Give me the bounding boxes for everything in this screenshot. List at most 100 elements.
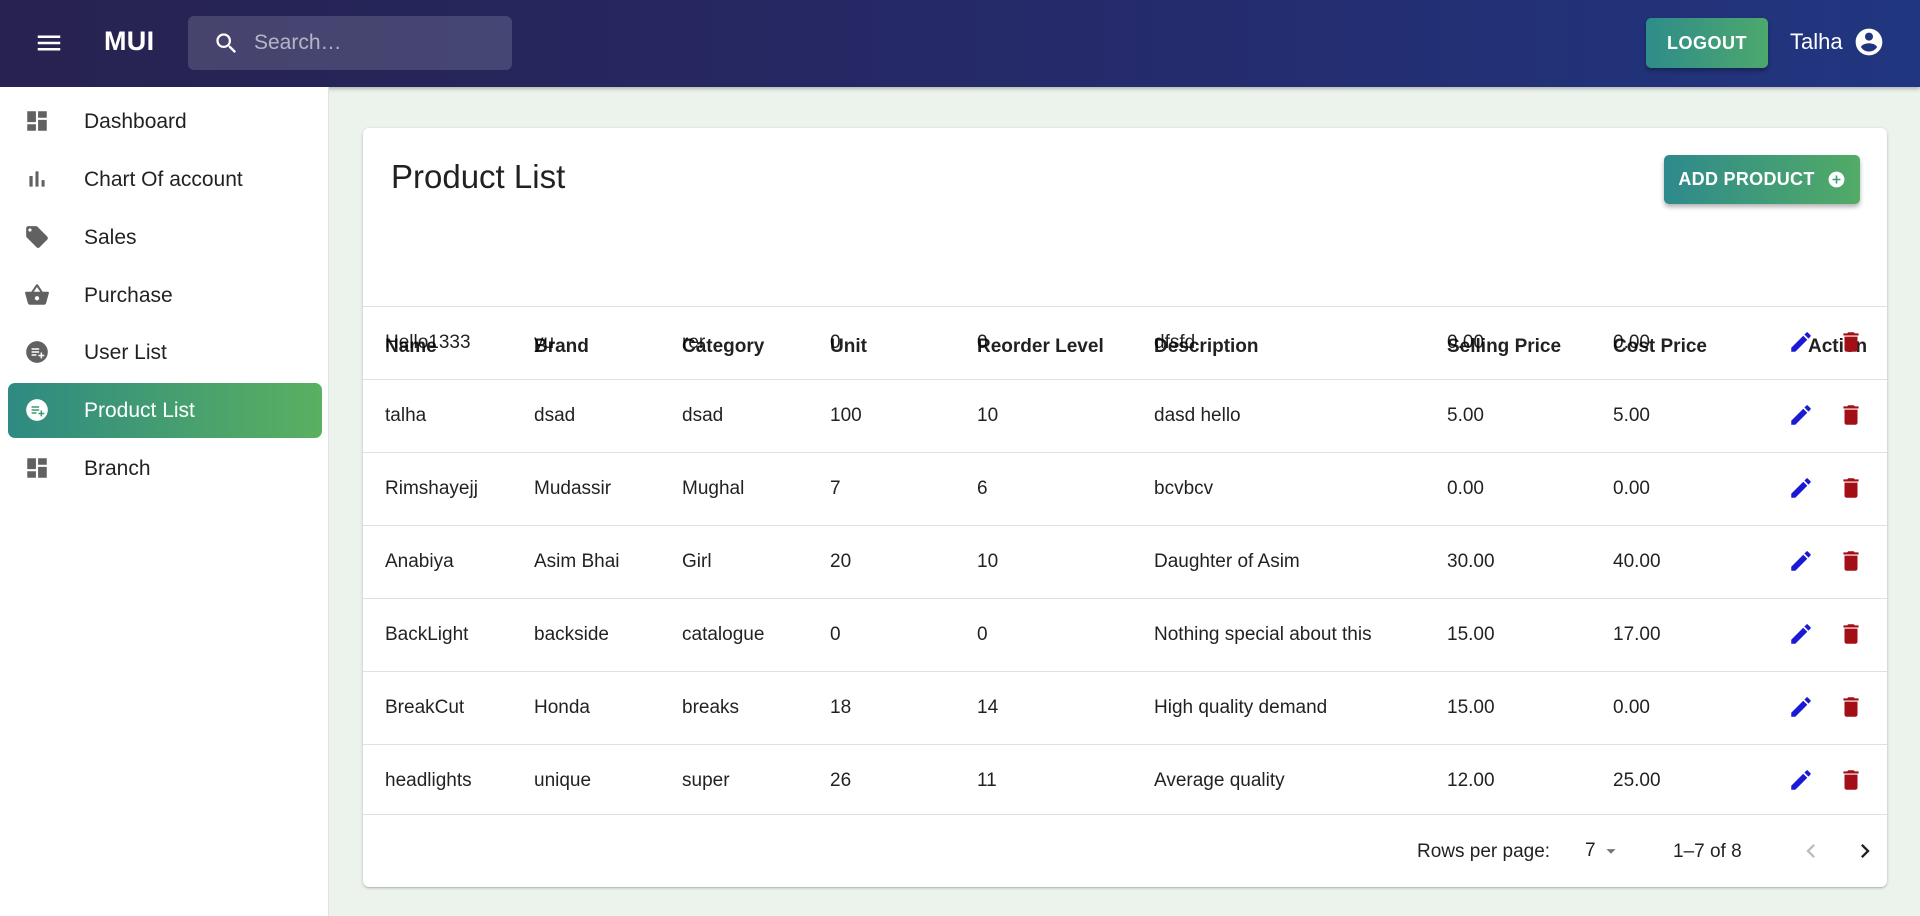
sidebar-item-branch[interactable]: Branch: [8, 441, 322, 496]
pagination-range: 1–7 of 8: [1673, 841, 1742, 862]
cell-description: Nothing special about this: [1154, 624, 1372, 645]
cell-selling-price: 15.00: [1447, 624, 1495, 645]
sidebar-item-product-list[interactable]: Product List: [8, 383, 322, 438]
add-product-button[interactable]: ADD PRODUCT: [1664, 155, 1860, 204]
menu-button[interactable]: [30, 26, 68, 60]
search-input[interactable]: [254, 28, 494, 58]
cell-selling-price: 0.00: [1447, 478, 1484, 499]
sidebar-item-dashboard[interactable]: Dashboard: [8, 94, 322, 149]
cell-cost-price: 0.00: [1613, 478, 1650, 499]
playlist-add-icon: [24, 339, 50, 365]
cell-brand: Mudassir: [534, 478, 612, 499]
app-bar: MUI LOGOUT Talha: [0, 0, 1920, 87]
cell-reorder-level: 14: [977, 697, 999, 718]
rows-per-page-label: Rows per page:: [1417, 841, 1551, 862]
cell-cost-price: 0.00: [1613, 697, 1650, 718]
delete-icon: [1843, 478, 1859, 498]
sidebar-item-chart-of-account[interactable]: Chart Of account: [8, 152, 322, 207]
cell-brand: yu: [534, 332, 555, 353]
rows-per-page-select[interactable]: 7: [1585, 837, 1630, 865]
cell-name: Anabiya: [385, 551, 454, 572]
cell-name: BackLight: [385, 624, 469, 645]
logout-button[interactable]: LOGOUT: [1646, 18, 1768, 68]
delete-icon: [1843, 697, 1859, 717]
delete-icon: [1843, 551, 1859, 571]
sidebar-item-label: Dashboard: [84, 109, 187, 133]
sidebar-item-sales[interactable]: Sales: [8, 210, 322, 265]
edit-button[interactable]: [1786, 327, 1816, 357]
cell-cost-price: 40.00: [1613, 551, 1661, 572]
delete-icon: [1843, 770, 1859, 790]
cell-description: dfsfd: [1154, 332, 1196, 353]
cell-cost-price: 17.00: [1613, 624, 1661, 645]
edit-button[interactable]: [1786, 473, 1816, 503]
cell-category: Girl: [682, 551, 712, 572]
cell-reorder-level: 10: [977, 405, 999, 426]
cell-unit: 0: [830, 624, 841, 645]
delete-button[interactable]: [1836, 473, 1866, 503]
next-page-button[interactable]: [1849, 835, 1881, 867]
edit-button[interactable]: [1786, 765, 1816, 795]
edit-icon: [1791, 551, 1811, 571]
sidebar-item-label: Branch: [84, 456, 151, 480]
cell-reorder-level: 6: [977, 478, 988, 499]
cell-selling-price: 0.00: [1447, 332, 1484, 353]
delete-button[interactable]: [1836, 765, 1866, 795]
cell-category: catalogue: [682, 624, 765, 645]
table-row: Hello1333 yu rer 0 0 dfsfd 0.00 0.00: [363, 306, 1887, 379]
dashboard-icon: [24, 108, 50, 134]
delete-button[interactable]: [1836, 400, 1866, 430]
cell-category: Mughal: [682, 478, 745, 499]
sidebar-item-user-list[interactable]: User List: [8, 325, 322, 380]
cell-selling-price: 5.00: [1447, 405, 1484, 426]
cell-reorder-level: 0: [977, 332, 988, 353]
cell-description: High quality demand: [1154, 697, 1328, 718]
cell-selling-price: 15.00: [1447, 697, 1495, 718]
user-name: Talha: [1790, 29, 1843, 54]
cell-description: bcvbcv: [1154, 478, 1214, 499]
cell-category: rer: [682, 332, 706, 353]
cell-brand: backside: [534, 624, 609, 645]
search-box[interactable]: [188, 16, 512, 70]
delete-icon: [1843, 624, 1859, 644]
delete-button[interactable]: [1836, 692, 1866, 722]
playlist-add-icon: [24, 397, 50, 423]
cell-cost-price: 25.00: [1613, 770, 1661, 791]
sidebar-item-purchase[interactable]: Purchase: [8, 268, 322, 323]
product-list-card: Product List ADD PRODUCT Name Brand Cate…: [363, 128, 1887, 887]
edit-button[interactable]: [1786, 546, 1816, 576]
cell-category: dsad: [682, 405, 724, 426]
edit-button[interactable]: [1786, 400, 1816, 430]
edit-button[interactable]: [1786, 692, 1816, 722]
search-icon: [216, 33, 237, 54]
add-circle-icon: [1828, 171, 1845, 188]
cell-name: Hello1333: [385, 332, 471, 353]
edit-icon: [1791, 770, 1811, 790]
table-body: Hello1333 yu rer 0 0 dfsfd 0.00 0.00 tal…: [363, 306, 1887, 814]
sidebar-item-label: User List: [84, 340, 167, 364]
table-row: BreakCut Honda breaks 18 14 High quality…: [363, 671, 1887, 744]
table-row: Anabiya Asim Bhai Girl 20 10 Daughter of…: [363, 525, 1887, 598]
edit-icon: [1791, 478, 1811, 498]
sidebar: Dashboard Chart Of account Sales Purchas…: [0, 87, 329, 916]
delete-button[interactable]: [1836, 327, 1866, 357]
tag-icon: [24, 224, 50, 250]
cell-cost-price: 0.00: [1613, 332, 1650, 353]
cell-selling-price: 30.00: [1447, 551, 1495, 572]
delete-icon: [1843, 332, 1859, 352]
delete-button[interactable]: [1836, 546, 1866, 576]
previous-page-button[interactable]: [1795, 835, 1827, 867]
cell-category: breaks: [682, 697, 740, 718]
table-row: headlights unique super 26 11 Average qu…: [363, 744, 1887, 817]
user-menu[interactable]: Talha: [1790, 26, 1885, 58]
cell-description: Average quality: [1154, 770, 1285, 791]
sidebar-item-label: Sales: [84, 225, 137, 249]
cell-brand: Asim Bhai: [534, 551, 620, 572]
cell-name: Rimshayejj: [385, 478, 478, 499]
cell-cost-price: 5.00: [1613, 405, 1650, 426]
cell-brand: Honda: [534, 697, 590, 718]
delete-button[interactable]: [1836, 619, 1866, 649]
table-row: talha dsad dsad 100 10 dasd hello 5.00 5…: [363, 379, 1887, 452]
edit-button[interactable]: [1786, 619, 1816, 649]
cell-category: super: [682, 770, 730, 791]
